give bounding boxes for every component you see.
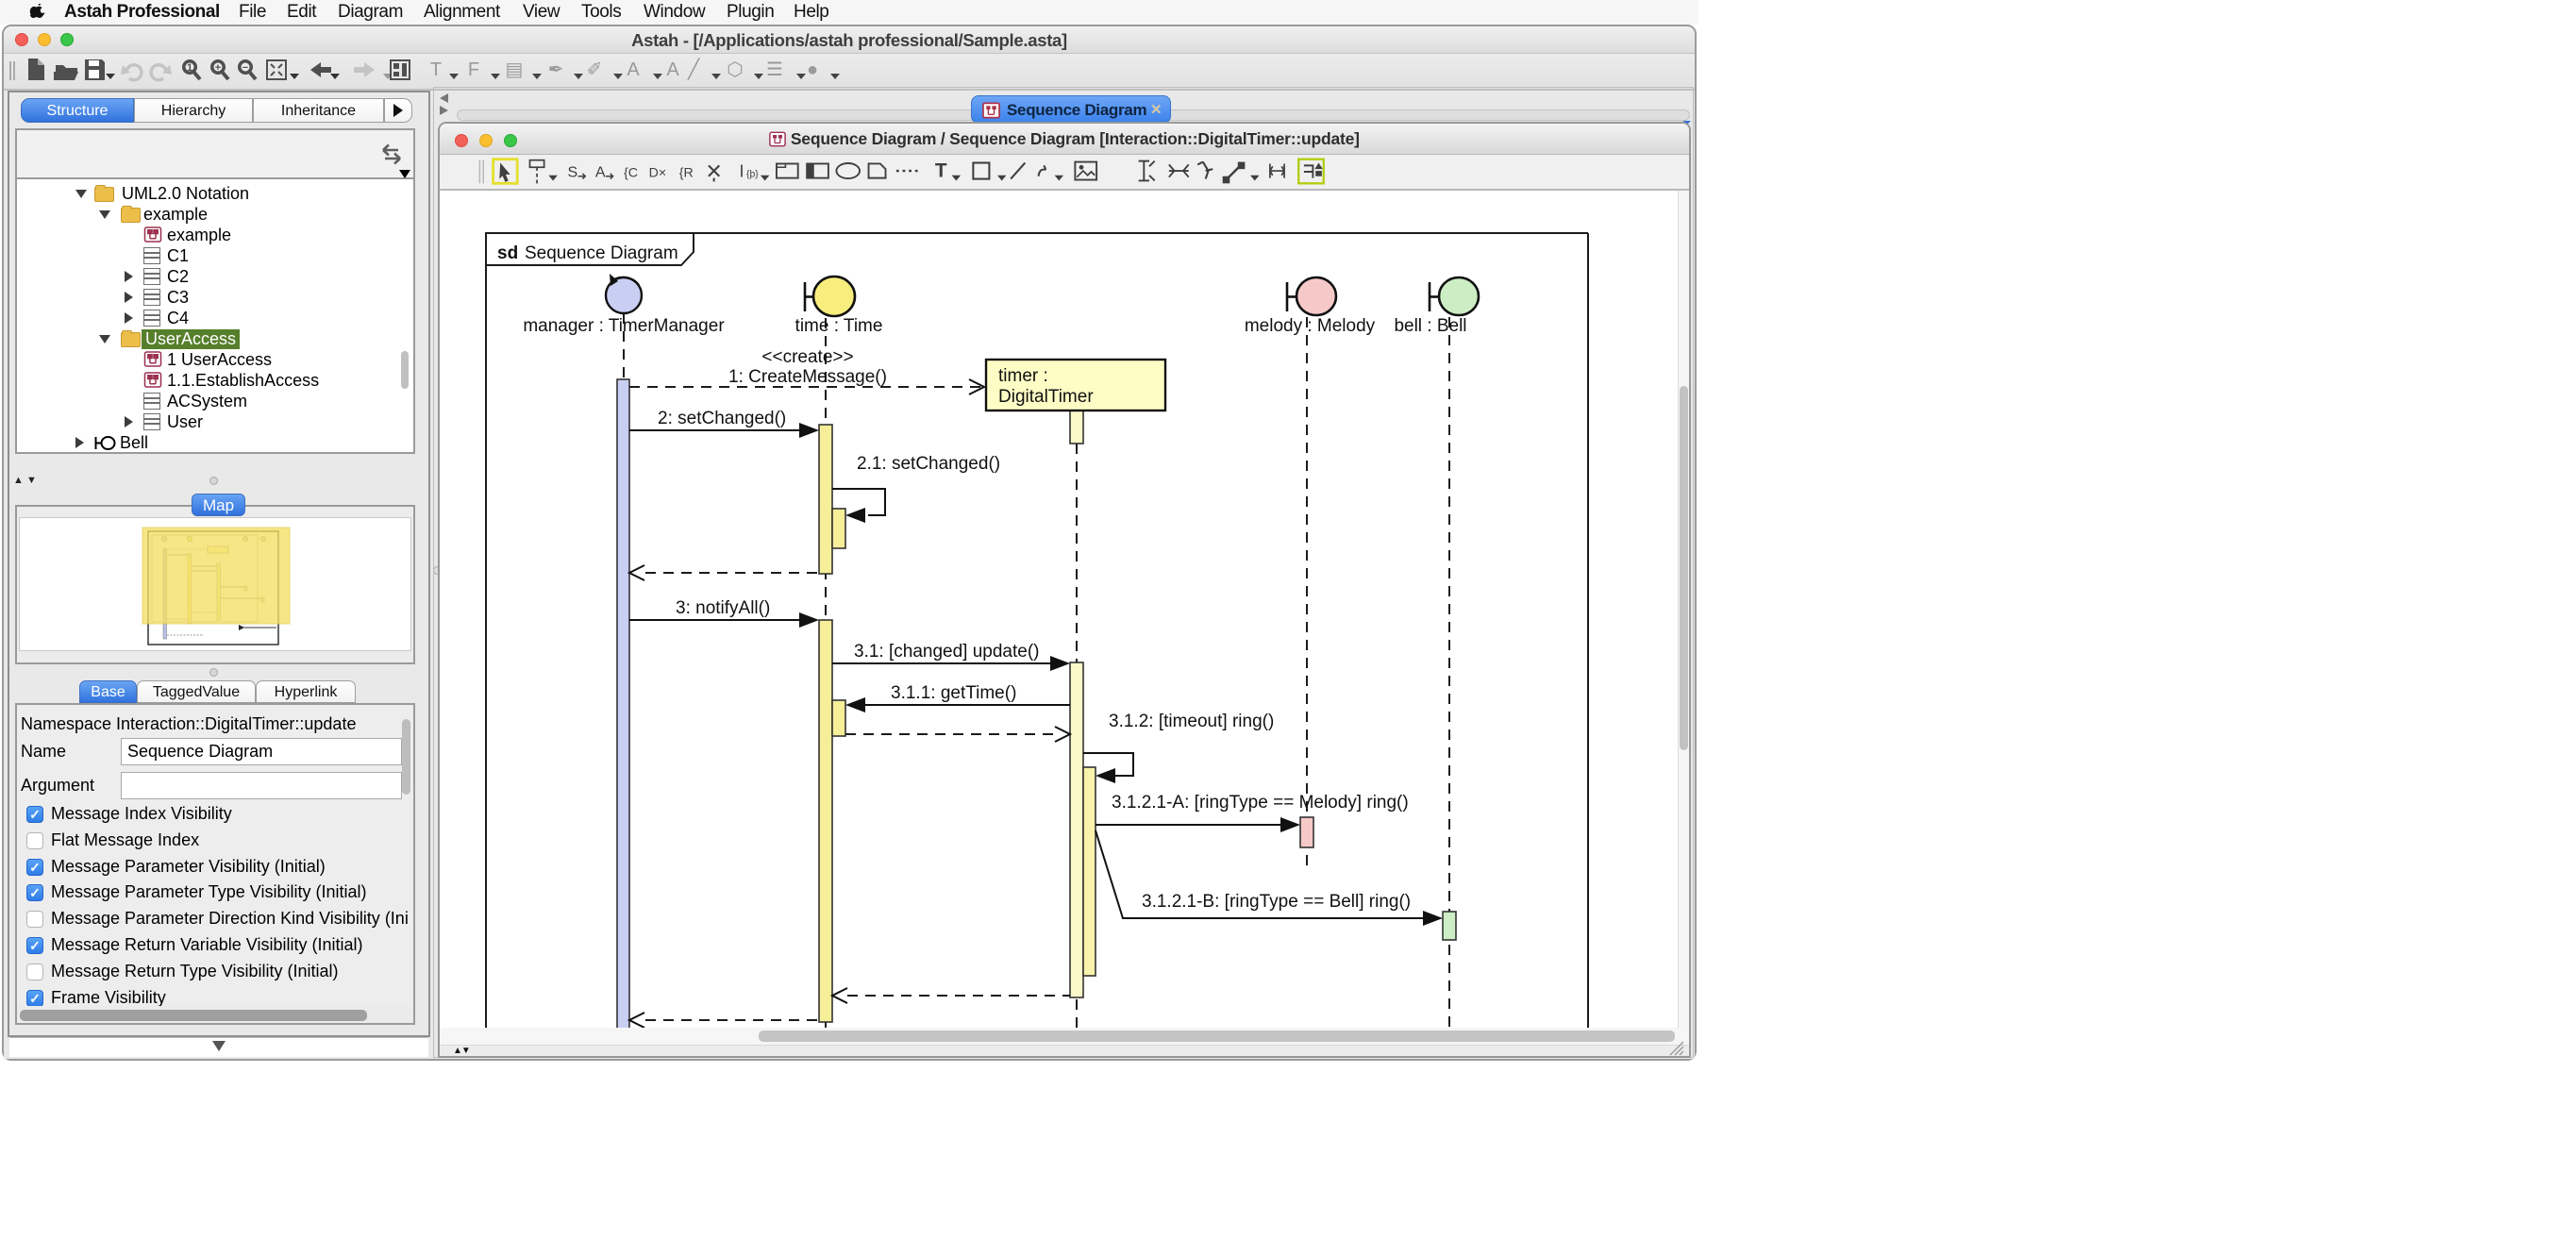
svg-text:DigitalTimer: DigitalTimer (998, 387, 1094, 407)
svg-text:A: A (666, 59, 679, 80)
svg-text:D×: D× (649, 166, 667, 181)
svg-text:S: S (568, 164, 578, 181)
svg-text:2: setChanged(): 2: setChanged() (658, 409, 786, 428)
svg-text:I: I (739, 162, 744, 181)
svg-text:✒: ✒ (548, 59, 564, 80)
svg-text:A: A (627, 59, 640, 80)
svg-text:sd: sd (497, 243, 518, 263)
svg-text:A: A (595, 164, 606, 181)
svg-text:{R: {R (679, 166, 694, 181)
svg-text:+: + (215, 62, 221, 74)
svg-text:✐: ✐ (587, 59, 603, 80)
svg-text:−: − (243, 62, 248, 74)
svg-text:{þ}: {þ} (746, 170, 759, 180)
svg-text:3.1.1: getTime(): 3.1.1: getTime() (891, 683, 1016, 703)
svg-text:F: F (468, 59, 479, 80)
svg-text:☰: ☰ (766, 59, 783, 80)
svg-text:melody : Melody: melody : Melody (1245, 316, 1376, 336)
svg-text:T: T (935, 160, 947, 182)
svg-text:T: T (430, 59, 442, 80)
svg-text:bell : Bell: bell : Bell (1394, 316, 1466, 336)
svg-text:⬡: ⬡ (727, 59, 743, 80)
svg-text:3.1.2.1-B: [ringType == Bell]: 3.1.2.1-B: [ringType == Bell] ring() (1142, 892, 1411, 912)
svg-text:timer :: timer : (998, 366, 1048, 386)
svg-text:1: 1 (187, 62, 192, 74)
svg-text:3.1.2: [timeout] ring(): 3.1.2: [timeout] ring() (1109, 712, 1274, 731)
svg-text:●: ● (807, 59, 818, 80)
svg-text:▤: ▤ (506, 59, 524, 80)
svg-text:{C: {C (624, 166, 638, 181)
svg-text:2.1: setChanged(): 2.1: setChanged() (857, 454, 1000, 474)
svg-text:manager : TimerManager: manager : TimerManager (523, 316, 725, 336)
svg-text:time : Time: time : Time (795, 316, 883, 336)
svg-text:3: notifyAll(): 3: notifyAll() (676, 598, 770, 618)
svg-text:<<create>>: <<create>> (761, 347, 853, 367)
svg-text:1: CreateMessage(): 1: CreateMessage() (728, 367, 887, 387)
svg-text:Sequence Diagram: Sequence Diagram (525, 243, 678, 263)
svg-text:3.1.2.1-A: [ringType == Melody: 3.1.2.1-A: [ringType == Melody] ring() (1112, 793, 1409, 813)
svg-text:3.1: [changed] update(): 3.1: [changed] update() (854, 642, 1039, 662)
svg-text:╱: ╱ (687, 58, 700, 80)
